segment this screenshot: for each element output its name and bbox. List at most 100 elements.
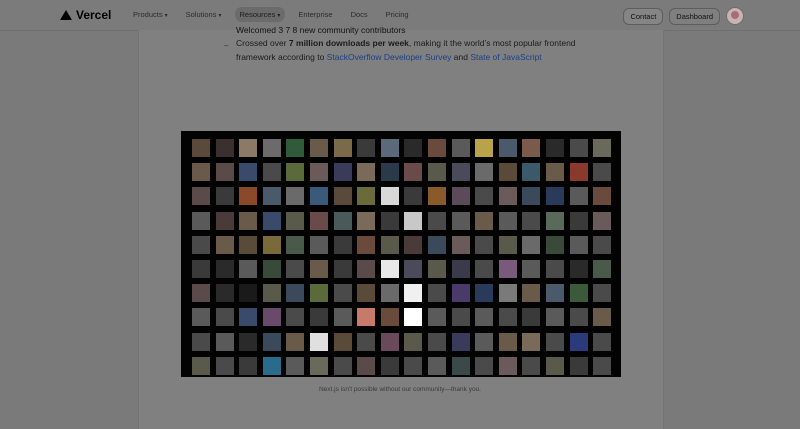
contributor-avatar	[333, 211, 352, 230]
contributor-avatar	[262, 284, 281, 303]
contributor-avatar	[262, 259, 281, 278]
contributor-avatar	[569, 284, 588, 303]
contributor-avatar	[357, 235, 376, 254]
contributor-avatar	[239, 139, 258, 157]
contributor-avatar	[427, 163, 446, 182]
contributor-avatar	[593, 356, 612, 375]
contributor-avatar	[427, 259, 446, 278]
contributor-avatar	[357, 187, 376, 206]
contributor-avatar	[286, 187, 305, 206]
contributor-avatar	[215, 187, 234, 206]
contributor-avatar	[333, 139, 352, 157]
nav-item-solutions[interactable]: Solutions ▾	[181, 7, 227, 22]
contributor-avatar	[427, 332, 446, 351]
contributor-avatar	[475, 308, 494, 327]
nav-item-products[interactable]: Products ▾	[128, 7, 173, 22]
contributor-avatar	[239, 284, 258, 303]
contributor-avatar	[522, 163, 541, 182]
avatar-grid	[192, 139, 612, 375]
contributor-avatar	[427, 211, 446, 230]
contributor-avatar	[404, 332, 423, 351]
contributor-avatar	[404, 163, 423, 182]
contributor-avatar	[404, 259, 423, 278]
contributor-avatar	[545, 235, 564, 254]
chevron-down-icon: ▾	[277, 13, 281, 19]
contributor-avatar	[239, 308, 258, 327]
contributor-avatar	[475, 259, 494, 278]
contributor-avatar	[593, 235, 612, 254]
contributor-avatar	[309, 308, 328, 327]
collage-caption: Next.js isn't possible without our commu…	[318, 386, 481, 393]
contributor-avatar	[357, 284, 376, 303]
contributor-avatar	[475, 332, 494, 351]
state-of-javascript-link[interactable]: State of JavaScript	[470, 52, 541, 62]
avatar[interactable]	[726, 7, 744, 25]
nav-item-label: Docs	[350, 10, 368, 19]
contributor-avatar	[309, 235, 328, 254]
nav-menu: Products ▾ Solutions ▾ Resources ▾ Enterpri…	[128, 7, 414, 22]
contributor-avatar	[451, 332, 470, 351]
contributor-avatar	[262, 308, 281, 327]
contributor-avatar	[404, 284, 423, 303]
contributor-avatar	[498, 235, 517, 254]
contributor-avatar	[262, 211, 281, 230]
contributor-avatar	[545, 187, 564, 206]
nav-item-pricing[interactable]: Pricing	[381, 7, 414, 22]
contributor-avatar	[404, 308, 423, 327]
contributor-avatar	[569, 187, 588, 206]
contributor-avatar	[262, 332, 281, 351]
contributor-avatar	[498, 187, 517, 206]
contributor-avatar	[451, 259, 470, 278]
contributor-avatar	[569, 163, 588, 182]
contributor-avatar	[215, 308, 234, 327]
para-text: Crossed over	[236, 38, 289, 48]
contributor-avatar	[192, 356, 210, 375]
contributor-avatar	[309, 187, 328, 206]
contributor-avatar	[522, 259, 541, 278]
contributor-avatar	[593, 284, 612, 303]
vercel-logo[interactable]: Vercel	[60, 8, 111, 22]
contributor-avatar	[215, 211, 234, 230]
contributor-avatar	[593, 211, 612, 230]
contributor-avatar	[522, 308, 541, 327]
contributor-avatar	[192, 139, 210, 157]
contributor-avatar	[522, 235, 541, 254]
contributor-avatar	[286, 235, 305, 254]
contributor-avatar	[569, 259, 588, 278]
contributor-avatar	[569, 211, 588, 230]
nav-item-label: Pricing	[385, 10, 409, 19]
contributor-avatar	[545, 284, 564, 303]
contributor-avatar	[309, 356, 328, 375]
nav-item-label: Resources	[239, 10, 276, 19]
nav-item-label: Solutions	[185, 10, 217, 19]
contributor-avatar	[192, 332, 210, 351]
contributor-avatar	[522, 187, 541, 206]
nav-item-enterprise[interactable]: Enterprise	[293, 7, 337, 22]
contributor-avatar	[475, 211, 494, 230]
nav-item-resources[interactable]: Resources ▾	[234, 7, 286, 22]
chevron-down-icon: ▾	[164, 13, 168, 19]
contributor-avatar	[286, 356, 305, 375]
contributor-avatar	[380, 284, 399, 303]
contributor-avatar	[333, 163, 352, 182]
contributor-avatar	[380, 259, 399, 278]
stackoverflow-survey-link[interactable]: StackOverflow Developer Survey	[327, 52, 452, 62]
dashboard-button[interactable]: Dashboard	[669, 7, 720, 25]
contributor-avatar	[333, 235, 352, 254]
contributor-avatar	[593, 139, 612, 157]
contributor-avatar	[262, 356, 281, 375]
contributor-avatar	[498, 163, 517, 182]
contributor-avatar	[239, 259, 258, 278]
contact-button[interactable]: Contact	[623, 7, 664, 25]
contributor-avatar	[215, 139, 234, 157]
contributor-avatar	[215, 163, 234, 182]
contributor-avatar	[239, 356, 258, 375]
contributor-avatar	[522, 139, 541, 157]
contributor-avatar	[333, 332, 352, 351]
nav-item-docs[interactable]: Docs	[346, 7, 373, 22]
contributor-avatar	[569, 308, 588, 327]
contributor-avatar	[569, 139, 588, 157]
contributor-avatar	[192, 284, 210, 303]
contributor-avatar	[593, 259, 612, 278]
contributor-avatar	[427, 187, 446, 206]
